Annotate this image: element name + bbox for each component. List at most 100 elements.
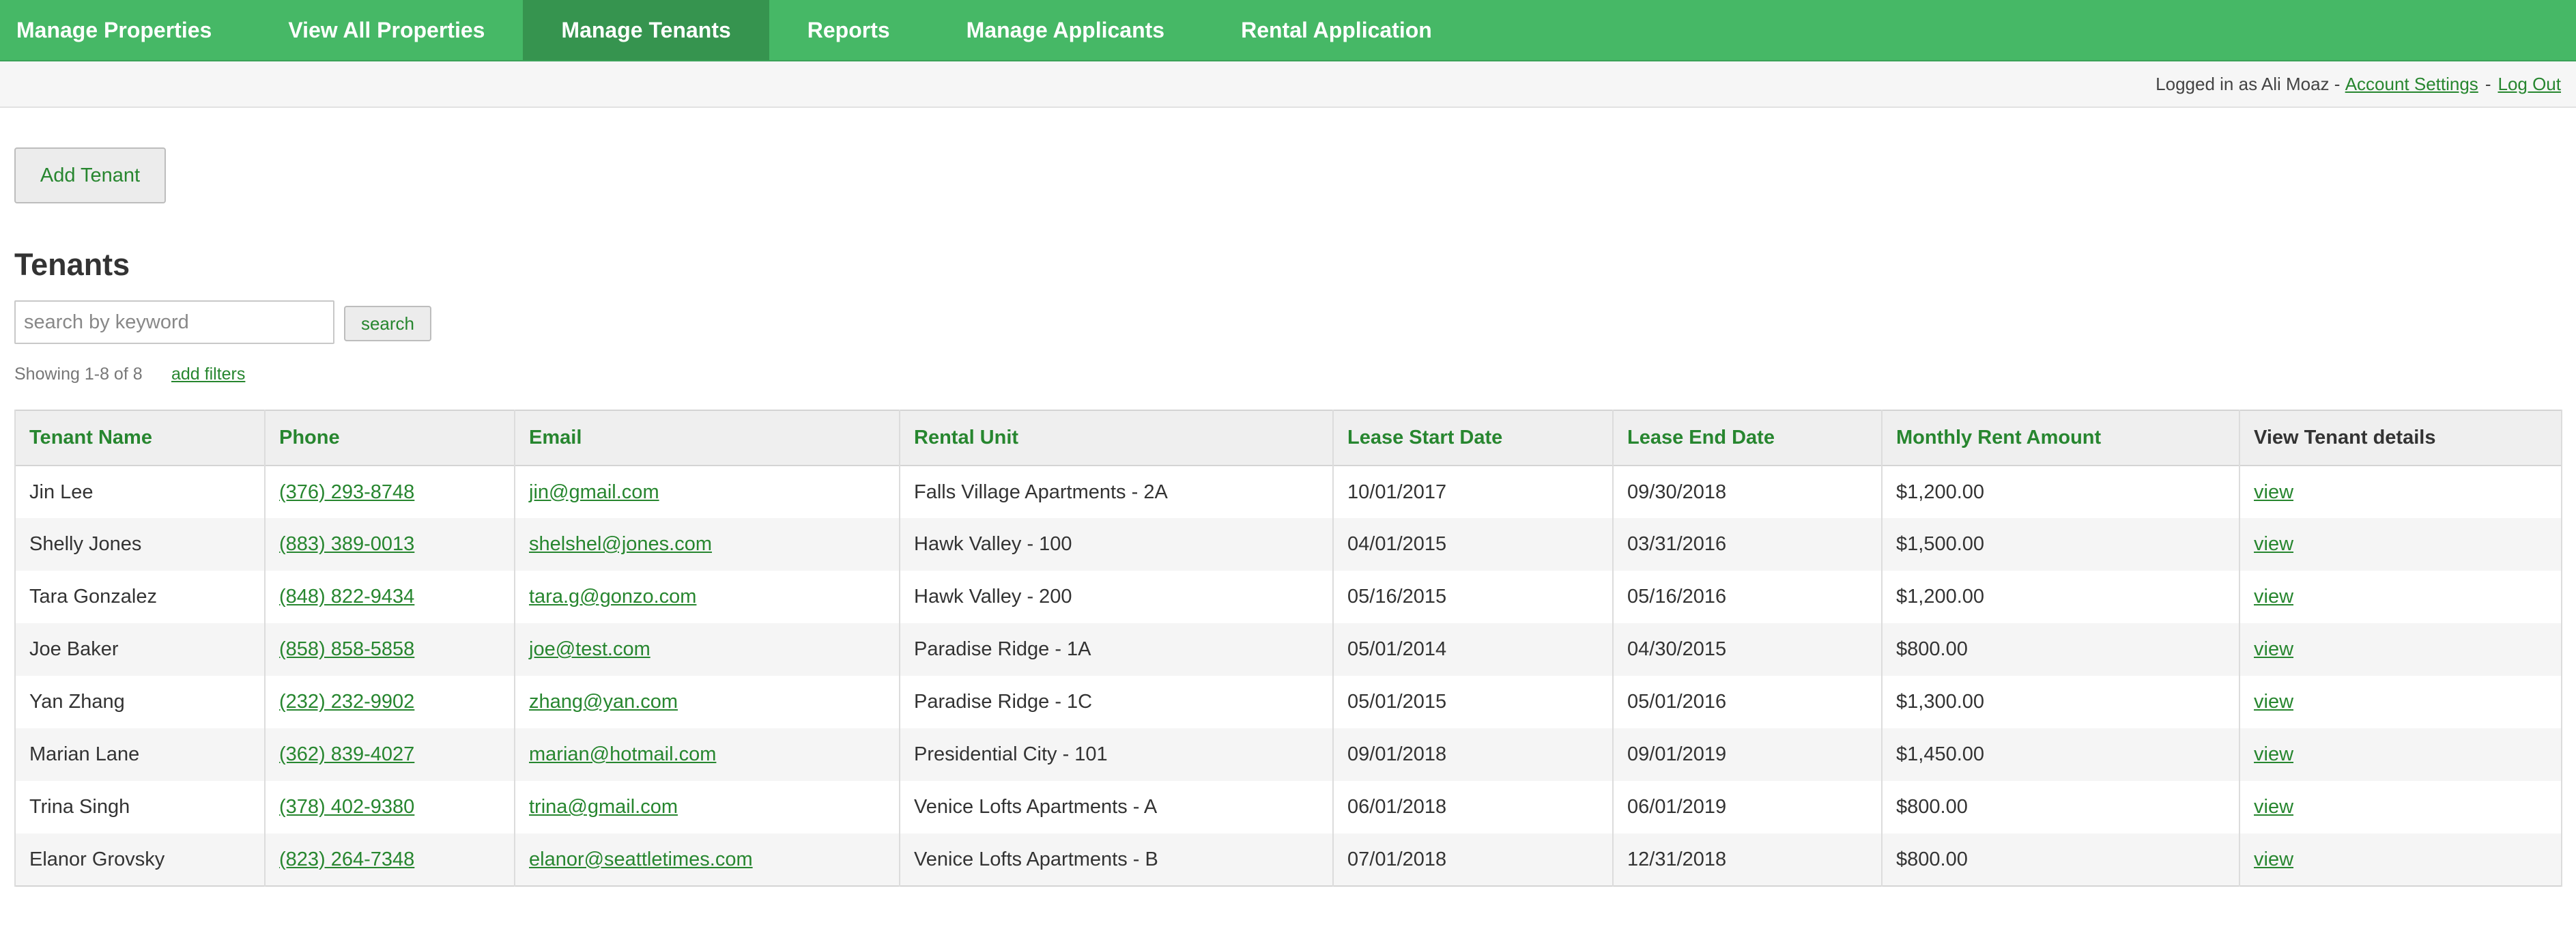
account-settings-link[interactable]: Account Settings <box>2345 74 2478 95</box>
table-row: Shelly Jones (883) 389-0013 shelshel@jon… <box>14 518 2562 571</box>
lease-start-date: 07/01/2018 <box>1332 833 1614 886</box>
monthly-rent: $1,450.00 <box>1881 728 2240 781</box>
lease-start-date: 05/01/2014 <box>1332 623 1614 676</box>
nav-manage-properties[interactable]: Manage Properties <box>0 0 250 60</box>
lease-end-date: 05/16/2016 <box>1612 571 1883 623</box>
header-lease-start-date[interactable]: Lease Start Date <box>1332 410 1614 466</box>
table-row: Tara Gonzalez (848) 822-9434 tara.g@gonz… <box>14 571 2562 623</box>
email-link[interactable]: jin@gmail.com <box>529 481 659 503</box>
view-tenant-link[interactable]: view <box>2254 796 2293 818</box>
monthly-rent: $1,200.00 <box>1881 571 2240 623</box>
tenant-name: Marian Lane <box>14 728 266 781</box>
view-tenant-link[interactable]: view <box>2254 586 2293 608</box>
view-tenant-link[interactable]: view <box>2254 743 2293 765</box>
view-tenant-link[interactable]: view <box>2254 848 2293 870</box>
add-tenant-button[interactable]: Add Tenant <box>14 147 166 203</box>
view-tenant-link[interactable]: view <box>2254 638 2293 660</box>
search-button[interactable]: search <box>344 306 431 341</box>
rental-unit: Venice Lofts Apartments - B <box>899 833 1334 886</box>
lease-end-date: 09/30/2018 <box>1612 466 1883 518</box>
table-row: Trina Singh (378) 402-9380 trina@gmail.c… <box>14 781 2562 833</box>
nav-manage-tenants[interactable]: Manage Tenants <box>523 0 769 60</box>
rental-unit: Paradise Ridge - 1C <box>899 676 1334 728</box>
phone-link[interactable]: (858) 858-5858 <box>279 638 414 660</box>
lease-end-date: 12/31/2018 <box>1612 833 1883 886</box>
header-phone[interactable]: Phone <box>264 410 515 466</box>
top-navigation: Manage Properties View All Properties Ma… <box>0 0 2576 61</box>
rental-unit: Hawk Valley - 100 <box>899 518 1334 571</box>
tenant-name: Jin Lee <box>14 466 266 518</box>
lease-end-date: 03/31/2016 <box>1612 518 1883 571</box>
lease-start-date: 06/01/2018 <box>1332 781 1614 833</box>
lease-end-date: 04/30/2015 <box>1612 623 1883 676</box>
email-link[interactable]: shelshel@jones.com <box>529 533 712 555</box>
view-tenant-link[interactable]: view <box>2254 691 2293 713</box>
phone-link[interactable]: (232) 232-9902 <box>279 691 414 713</box>
tenant-name: Elanor Grovsky <box>14 833 266 886</box>
lease-start-date: 10/01/2017 <box>1332 466 1614 518</box>
add-filters-link[interactable]: add filters <box>171 365 245 384</box>
email-link[interactable]: zhang@yan.com <box>529 691 678 713</box>
phone-link[interactable]: (362) 839-4027 <box>279 743 414 765</box>
header-rental-unit[interactable]: Rental Unit <box>899 410 1334 466</box>
phone-link[interactable]: (823) 264-7348 <box>279 848 414 870</box>
header-view-tenant-details: View Tenant details <box>2239 410 2562 466</box>
monthly-rent: $800.00 <box>1881 623 2240 676</box>
status-separator: - <box>2485 73 2491 94</box>
header-email[interactable]: Email <box>514 410 900 466</box>
tenant-name: Trina Singh <box>14 781 266 833</box>
email-link[interactable]: joe@test.com <box>529 638 650 660</box>
page-title: Tenants <box>14 247 130 282</box>
table-row: Jin Lee (376) 293-8748 jin@gmail.com Fal… <box>14 466 2562 518</box>
nav-reports[interactable]: Reports <box>769 0 928 60</box>
logout-link[interactable]: Log Out <box>2498 74 2561 95</box>
search-input[interactable] <box>14 300 334 344</box>
lease-start-date: 04/01/2015 <box>1332 518 1614 571</box>
table-row: Marian Lane (362) 839-4027 marian@hotmai… <box>14 728 2562 781</box>
user-status-bar: Logged in as Ali Moaz - Account Settings… <box>0 61 2576 108</box>
monthly-rent: $800.00 <box>1881 781 2240 833</box>
phone-link[interactable]: (848) 822-9434 <box>279 586 414 608</box>
phone-link[interactable]: (378) 402-9380 <box>279 796 414 818</box>
monthly-rent: $1,200.00 <box>1881 466 2240 518</box>
phone-link[interactable]: (883) 389-0013 <box>279 533 414 555</box>
tenant-name: Yan Zhang <box>14 676 266 728</box>
rental-unit: Venice Lofts Apartments - A <box>899 781 1334 833</box>
email-link[interactable]: elanor@seattletimes.com <box>529 848 753 870</box>
lease-end-date: 06/01/2019 <box>1612 781 1883 833</box>
header-tenant-name[interactable]: Tenant Name <box>14 410 266 466</box>
phone-link[interactable]: (376) 293-8748 <box>279 481 414 503</box>
rental-unit: Presidential City - 101 <box>899 728 1334 781</box>
lease-start-date: 05/16/2015 <box>1332 571 1614 623</box>
view-tenant-link[interactable]: view <box>2254 533 2293 555</box>
rental-unit: Hawk Valley - 200 <box>899 571 1334 623</box>
lease-start-date: 05/01/2015 <box>1332 676 1614 728</box>
tenant-name: Shelly Jones <box>14 518 266 571</box>
rental-unit: Falls Village Apartments - 2A <box>899 466 1334 518</box>
table-header-row: Tenant Name Phone Email Rental Unit Leas… <box>14 410 2562 466</box>
lease-start-date: 09/01/2018 <box>1332 728 1614 781</box>
table-row: Joe Baker (858) 858-5858 joe@test.com Pa… <box>14 623 2562 676</box>
email-link[interactable]: marian@hotmail.com <box>529 743 716 765</box>
tenant-name: Joe Baker <box>14 623 266 676</box>
tenants-table: Tenant Name Phone Email Rental Unit Leas… <box>14 410 2562 887</box>
table-row: Elanor Grovsky (823) 264-7348 elanor@sea… <box>14 833 2562 886</box>
nav-manage-applicants[interactable]: Manage Applicants <box>928 0 1203 60</box>
monthly-rent: $1,500.00 <box>1881 518 2240 571</box>
monthly-rent: $1,300.00 <box>1881 676 2240 728</box>
monthly-rent: $800.00 <box>1881 833 2240 886</box>
results-count: Showing 1-8 of 8 <box>14 365 143 384</box>
tenant-name: Tara Gonzalez <box>14 571 266 623</box>
logged-in-text: Logged in as Ali Moaz - <box>2156 73 2341 94</box>
nav-view-all-properties[interactable]: View All Properties <box>250 0 523 60</box>
email-link[interactable]: tara.g@gonzo.com <box>529 586 696 608</box>
nav-rental-application[interactable]: Rental Application <box>1203 0 1470 60</box>
view-tenant-link[interactable]: view <box>2254 481 2293 503</box>
lease-end-date: 09/01/2019 <box>1612 728 1883 781</box>
header-monthly-rent-amount[interactable]: Monthly Rent Amount <box>1881 410 2240 466</box>
lease-end-date: 05/01/2016 <box>1612 676 1883 728</box>
table-row: Yan Zhang (232) 232-9902 zhang@yan.com P… <box>14 676 2562 728</box>
header-lease-end-date[interactable]: Lease End Date <box>1612 410 1883 466</box>
rental-unit: Paradise Ridge - 1A <box>899 623 1334 676</box>
email-link[interactable]: trina@gmail.com <box>529 796 678 818</box>
